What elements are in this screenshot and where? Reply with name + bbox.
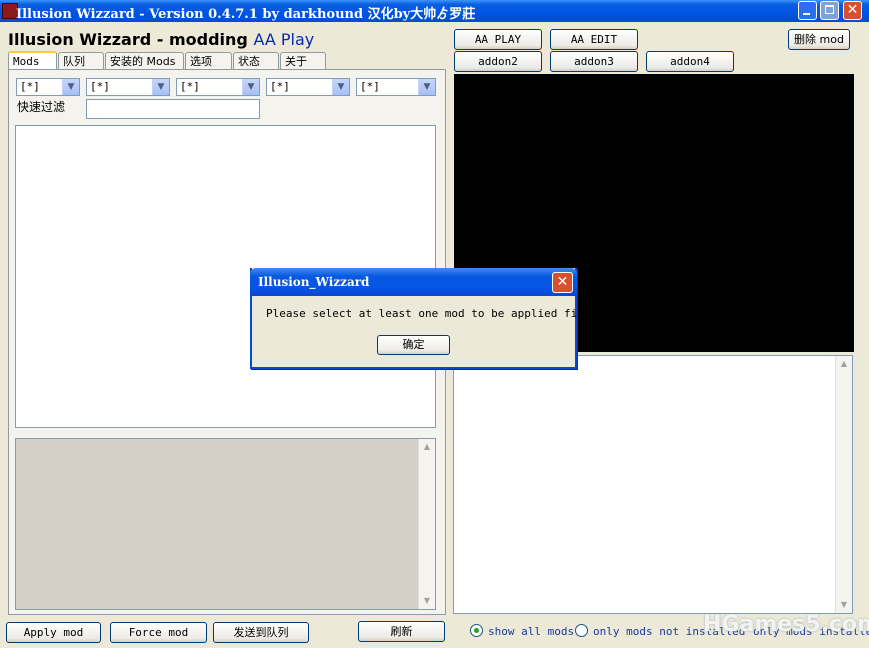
- show-all-mods-label[interactable]: show all mods: [488, 625, 574, 638]
- description-scrollbar[interactable]: ▲ ▼: [418, 439, 435, 609]
- filter-combo-4-value: [*]: [270, 80, 290, 93]
- send-to-queue-button[interactable]: 发送到队列: [213, 622, 309, 643]
- only-not-installed-radio[interactable]: [575, 624, 588, 637]
- scroll-down-arrow-icon[interactable]: ▼: [836, 597, 852, 613]
- delete-mod-button[interactable]: 删除 mod: [788, 29, 850, 50]
- scroll-up-arrow-icon[interactable]: ▲: [836, 356, 852, 372]
- addon3-button[interactable]: addon3: [550, 51, 638, 72]
- dialog-message: Please select at least one mod to be app…: [266, 307, 598, 320]
- chevron-down-icon: ▼: [332, 79, 349, 95]
- force-mod-button[interactable]: Force mod: [110, 622, 207, 643]
- filter-combo-3[interactable]: [*] ▼: [176, 78, 260, 96]
- dialog-titlebar: Illusion_Wizzard ✕: [250, 268, 577, 296]
- quick-filter-input[interactable]: [86, 99, 260, 119]
- dialog-title: Illusion_Wizzard: [258, 275, 370, 289]
- tab-about[interactable]: 关于: [280, 52, 326, 69]
- show-all-mods-radio[interactable]: [470, 624, 483, 637]
- filter-combo-5-value: [*]: [360, 80, 380, 93]
- filter-combo-2-value: [*]: [90, 80, 110, 93]
- maximize-button[interactable]: [820, 1, 839, 20]
- minimize-button[interactable]: [798, 1, 817, 20]
- page-title-prefix: Illusion Wizzard - modding: [8, 30, 248, 49]
- close-button[interactable]: ✕: [843, 1, 862, 20]
- site-watermark: HGames5.com: [703, 612, 869, 637]
- scroll-down-arrow-icon[interactable]: ▼: [419, 593, 435, 609]
- error-dialog: Illusion_Wizzard ✕ Please select at leas…: [250, 268, 597, 369]
- filter-combo-1-value: [*]: [20, 80, 40, 93]
- filter-combo-1[interactable]: [*] ▼: [16, 78, 80, 96]
- filter-combo-3-value: [*]: [180, 80, 200, 93]
- window-titlebar: Illusion Wizzard - Version 0.4.7.1 by da…: [0, 0, 869, 22]
- aa-edit-button[interactable]: AA EDIT: [550, 29, 638, 50]
- chevron-down-icon: ▼: [418, 79, 435, 95]
- quick-filter-label: 快速过滤: [17, 100, 66, 114]
- tab-options[interactable]: 选项: [185, 52, 232, 69]
- tab-status[interactable]: 状态: [233, 52, 279, 69]
- page-title: Illusion Wizzard - modding AA Play: [8, 30, 314, 49]
- tab-mods[interactable]: Mods: [8, 51, 57, 70]
- info-scrollbar[interactable]: ▲ ▼: [835, 356, 852, 613]
- addon2-button[interactable]: addon2: [454, 51, 542, 72]
- page-title-game: AA Play: [253, 30, 315, 49]
- dialog-ok-button[interactable]: 确定: [377, 335, 450, 355]
- scroll-up-arrow-icon[interactable]: ▲: [419, 439, 435, 455]
- refresh-button[interactable]: 刷新: [358, 621, 445, 642]
- apply-mod-button[interactable]: Apply mod: [6, 622, 101, 643]
- addon4-button[interactable]: addon4: [646, 51, 734, 72]
- dialog-close-button[interactable]: ✕: [552, 272, 573, 293]
- chevron-down-icon: ▼: [242, 79, 259, 95]
- mod-info-box[interactable]: ▲ ▼: [453, 355, 853, 614]
- chevron-down-icon: ▼: [62, 79, 79, 95]
- filter-combo-4[interactable]: [*] ▼: [266, 78, 350, 96]
- filter-combo-5[interactable]: [*] ▼: [356, 78, 436, 96]
- chevron-down-icon: ▼: [152, 79, 169, 95]
- tab-queue[interactable]: 队列: [58, 52, 104, 69]
- aa-play-button[interactable]: AA PLAY: [454, 29, 542, 50]
- window-title: Illusion Wizzard - Version 0.4.7.1 by da…: [16, 7, 476, 22]
- mod-description-box[interactable]: ▲ ▼: [15, 438, 436, 610]
- filter-combo-2[interactable]: [*] ▼: [86, 78, 170, 96]
- tab-installed-mods[interactable]: 安装的 Mods: [105, 52, 184, 69]
